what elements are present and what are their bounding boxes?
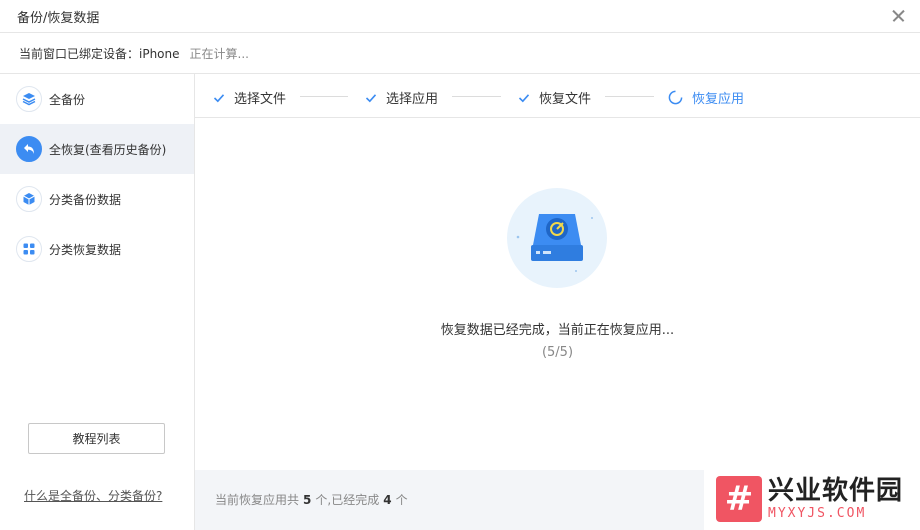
progress-count: (5/5) bbox=[541, 345, 574, 360]
sidebar-item-label: 分类恢复数据 bbox=[49, 242, 122, 257]
restore-arrow-icon bbox=[16, 136, 42, 162]
sidebar-item-label: 全恢复(查看历史备份) bbox=[49, 142, 167, 157]
sidebar-item-full-backup[interactable]: 全备份 bbox=[0, 74, 194, 124]
help-link[interactable]: 什么是全备份、分类备份? bbox=[24, 487, 162, 504]
step-label: 恢复文件 bbox=[539, 92, 592, 107]
footer-middle: 个,已经完成 bbox=[315, 493, 380, 507]
sidebar: 全备份 全恢复(查看历史备份) 分类备份数据 分类恢复数据 教程列表 什么是全备… bbox=[0, 74, 195, 530]
sidebar-item-label: 分类备份数据 bbox=[49, 192, 122, 207]
footer-summary: 当前恢复应用共 5 个,已经完成 4 个 bbox=[215, 491, 408, 508]
device-bar: 当前窗口已绑定设备：iPhone 正在计算... bbox=[0, 33, 920, 74]
backup-restore-window: 备份/恢复数据 当前窗口已绑定设备：iPhone 正在计算... 全备份 全恢复… bbox=[0, 0, 920, 530]
sidebar-item-category-restore[interactable]: 分类恢复数据 bbox=[0, 224, 194, 274]
device-label: 当前窗口已绑定设备：iPhone bbox=[19, 46, 180, 61]
step-restore-apps: 恢复应用 bbox=[668, 88, 744, 107]
main-panel: 选择文件 选择应用 恢复文件 恢复应用 恢复数据已经完成，当前正在恢复应用...… bbox=[195, 74, 920, 530]
watermark-name: 兴业软件园 bbox=[768, 476, 904, 506]
tutorial-list-button[interactable]: 教程列表 bbox=[28, 423, 165, 454]
step-connector bbox=[300, 96, 348, 97]
step-select-apps: 选择应用 bbox=[365, 88, 438, 107]
title-bar: 备份/恢复数据 bbox=[0, 0, 920, 33]
step-connector bbox=[605, 96, 654, 97]
hard-drive-restore-illustration bbox=[507, 188, 607, 288]
step-connector bbox=[452, 96, 501, 97]
close-icon[interactable] bbox=[890, 8, 906, 24]
done-app-count: 4 bbox=[383, 493, 392, 507]
device-status: 正在计算... bbox=[189, 46, 249, 61]
sidebar-item-category-backup[interactable]: 分类备份数据 bbox=[0, 174, 194, 224]
check-icon bbox=[365, 93, 377, 102]
step-indicator: 选择文件 选择应用 恢复文件 恢复应用 bbox=[195, 74, 920, 118]
footer-prefix: 当前恢复应用共 bbox=[215, 493, 300, 507]
check-icon bbox=[213, 93, 225, 102]
layers-icon bbox=[16, 86, 42, 112]
window-title: 备份/恢复数据 bbox=[17, 10, 100, 26]
step-label: 选择文件 bbox=[234, 92, 287, 107]
total-app-count: 5 bbox=[303, 493, 312, 507]
step-label: 恢复应用 bbox=[692, 92, 745, 107]
watermark-texts: 兴业软件园 MYXYJS.COM bbox=[768, 476, 903, 522]
watermark-logo: # bbox=[716, 476, 762, 522]
loading-spinner-icon bbox=[668, 90, 683, 105]
step-select-files: 选择文件 bbox=[213, 88, 286, 107]
footer-suffix: 个 bbox=[395, 493, 408, 507]
sidebar-item-label: 全备份 bbox=[49, 92, 86, 107]
cube-icon bbox=[16, 186, 42, 212]
sidebar-item-full-restore[interactable]: 全恢复(查看历史备份) bbox=[0, 124, 194, 174]
check-icon bbox=[518, 93, 530, 102]
watermark-domain: MYXYJS.COM bbox=[768, 506, 867, 521]
step-label: 选择应用 bbox=[386, 92, 439, 107]
site-watermark: # 兴业软件园 MYXYJS.COM bbox=[704, 468, 920, 530]
step-restore-files: 恢复文件 bbox=[518, 88, 591, 107]
grid-icon bbox=[16, 236, 42, 262]
status-message: 恢复数据已经完成，当前正在恢复应用... bbox=[440, 323, 675, 338]
